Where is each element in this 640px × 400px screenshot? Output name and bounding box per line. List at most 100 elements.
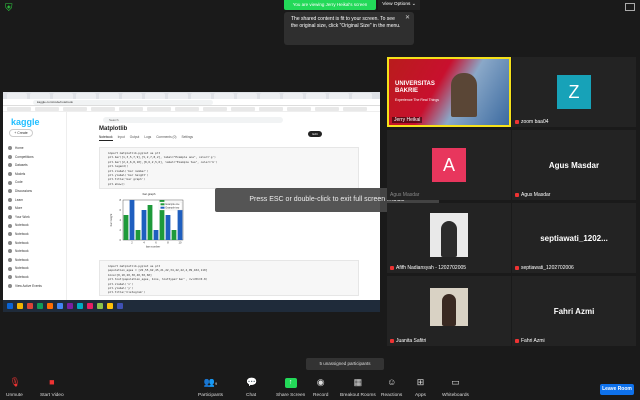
notebook-title: Matplotlib [99,126,128,132]
mic-muted-icon [515,119,519,124]
participant-name: zoom baa04 [515,119,549,125]
chat-icon: 💬 [246,377,258,387]
mic-muted-icon [515,192,519,197]
sidebar-icon [8,266,12,271]
taskbar-app-icon [57,303,63,309]
person-silhouette [441,221,457,257]
sidebar-icon [8,283,12,288]
fit-notice: The shared content is fit to your screen… [284,12,414,45]
participant-tile[interactable]: septiawati_1202... septiawati_1202702006 [512,203,636,273]
sidebar-icon [8,154,12,159]
sidebar-item: Notebook [8,264,66,273]
chat-button[interactable]: 💬 Chat [246,377,258,399]
close-icon[interactable]: ✕ [405,15,412,22]
share-screen-icon: ↑ [284,378,297,388]
record-icon: ◉ [316,377,325,387]
sidebar-item: Home [8,144,66,153]
sidebar-item-label: Your Work [15,214,30,219]
participant-tile[interactable]: Afifh Nadiansyah - 1202702005 [387,203,511,273]
bookmark-item [7,107,31,111]
reactions-icon: ☺ [387,377,397,387]
chart-bar [141,210,147,240]
participant-tile[interactable]: UNIVERSITAS BAKRIE Experience The Real T… [387,57,511,127]
video-off-icon: ■ [49,377,55,387]
unassigned-participants[interactable]: 5 unassigned participants [306,358,384,370]
kaggle-logo: kaggle [11,117,40,127]
participant-tile[interactable]: Fahri Azmi Fahri Azmi [512,276,636,346]
participant-name: septiawati_1202702006 [515,265,574,271]
taskbar-app-icon [107,303,113,309]
mic-muted-icon [390,338,394,343]
taskbar-app-icon [17,303,23,309]
sidebar-icon [8,172,12,177]
shield-icon[interactable]: ⛨ [5,3,15,14]
apps-label: Apps [415,393,426,398]
mic-muted-icon [515,265,519,270]
mic-muted-icon [390,265,394,270]
participants-label: Participants [198,393,224,398]
unmute-button[interactable]: 🎙 Unmute [6,378,23,399]
chart-bar [165,215,171,240]
y-tick-label: 8 [120,198,122,202]
edit-button: Edit [308,131,322,137]
participants-button[interactable]: 👥9 Participants [198,378,224,399]
sidebar-item-label: Notebook [15,231,29,236]
bookmark-item [231,107,255,111]
sidebar-item-label: More [15,206,23,211]
notebook-tab: Comments (0) [156,135,177,139]
start-video-button[interactable]: ■ Start Video [40,377,64,399]
leave-room-button[interactable]: Leave Room [600,384,634,395]
participant-name-text: Juanita Safitri [396,338,427,344]
windows-taskbar [3,300,380,312]
chat-label: Chat [246,393,257,398]
sidebar-item-label: Competitions [15,154,34,159]
chart-bar [129,200,135,240]
start-video-label: Start Video [40,393,64,398]
y-tick-label: 6 [120,208,122,212]
reactions-button[interactable]: ☺ Reactions [381,377,402,399]
participant-name-text: Agus Masdar [390,192,420,198]
url-field: kaggle.com/code/notebook [33,100,213,105]
apps-icon: ⊞ [416,377,425,387]
breakout-rooms-button[interactable]: ▦ Breakout Rooms [340,378,376,399]
whiteboards-button[interactable]: ▭ Whiteboards [442,378,469,399]
create-button: + Create [9,129,33,137]
notebook-tabs: Notebook Input Output Logs Comments (0) Setti… [99,135,339,141]
participant-tile[interactable]: Agus Masdar Agus Masdar [512,130,636,200]
participant-name: Juanita Safitri [390,338,426,344]
chart-bar [177,210,183,240]
y-axis-label: bar height [109,214,113,227]
bookmark-item [203,107,227,111]
participant-display-name: Fahri Azmi [553,306,595,316]
share-screen-label: Share Screen [276,393,306,398]
sidebar-item: Code [8,178,66,187]
sidebar-icon [8,223,12,228]
record-button[interactable]: ◉ Record [313,377,328,399]
participant-name: Fahri Azmi [515,338,545,344]
notebook-tab: Notebook [99,135,113,141]
fullscreen-icon[interactable] [625,3,635,11]
sidebar-item: View Active Events [8,282,66,291]
participant-tile[interactable]: Z zoom baa04 [512,57,636,127]
taskbar-app-icon [97,303,103,309]
participants-count: 9 [215,381,218,386]
participant-tile[interactable]: A Agus Masdar [387,130,511,200]
sidebar-item-label: View Active Events [15,283,42,288]
sidebar-icon [8,258,12,263]
sidebar-item-label: Notebook [15,266,29,271]
sidebar-icon [8,232,12,237]
x-tick-label: 2 [131,241,133,245]
y-tick-label: 0 [120,238,122,242]
chart-svg: 024682 4 6 8 10bar numberbar heightExample o… [109,198,184,249]
banner-title: UNIVERSITAS BAKRIE [395,81,435,94]
code-line: plt.show() [108,181,125,186]
unmute-label: Unmute [6,393,23,398]
x-axis-label: bar number [146,245,160,249]
view-options-button[interactable]: View Options ⌄ [378,0,420,10]
participant-tile[interactable]: Juanita Safitri [387,276,511,346]
share-screen-button[interactable]: ↑ Share Screen [276,378,305,398]
taskbar-app-icon [27,303,33,309]
apps-button[interactable]: ⊞ Apps [415,377,426,399]
sidebar-list: Home Competitions Datasets Models Code Discus… [8,144,66,290]
sidebar-item-label: Home [15,146,24,150]
